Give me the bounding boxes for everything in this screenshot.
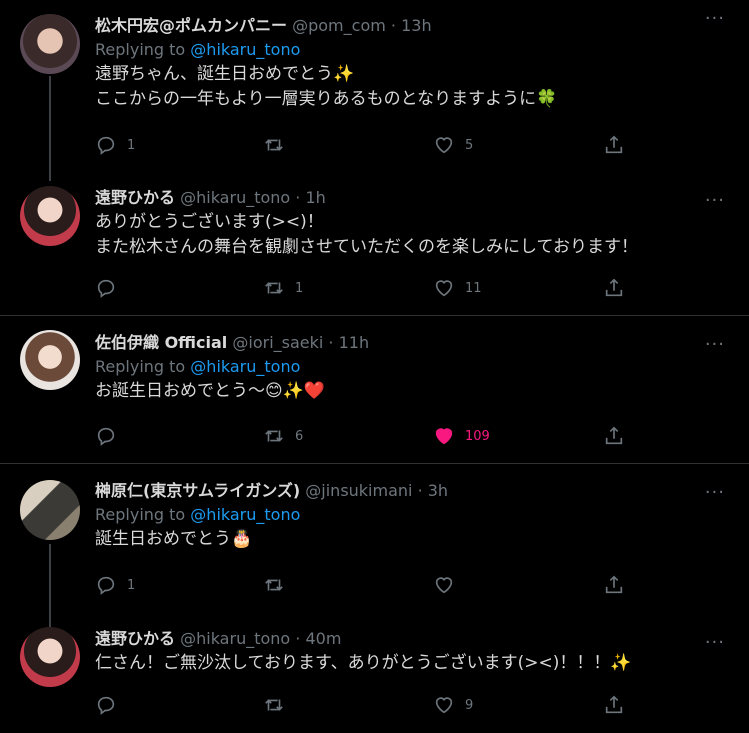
share-icon	[605, 426, 623, 445]
share-button[interactable]	[603, 422, 625, 450]
reply-icon	[97, 576, 115, 595]
reply-button[interactable]	[95, 422, 127, 450]
share-icon	[605, 135, 623, 154]
tweet-text: 遠野ちゃん、誕生日おめでとう✨ ここからの一年もより一層実りあるものとなりますよう…	[95, 64, 558, 109]
replying-to: Replying to @hikaru_tono	[95, 40, 301, 59]
avatar[interactable]	[20, 627, 80, 687]
timestamp[interactable]: · 11h	[328, 333, 369, 352]
retweet-icon	[265, 699, 283, 711]
display-name[interactable]: 佐伯伊織 Official	[95, 333, 227, 352]
user-handle[interactable]: @jinsukimani	[305, 481, 412, 500]
avatar[interactable]	[20, 330, 80, 390]
like-icon	[435, 577, 453, 594]
display-name[interactable]: 遠野ひかる	[95, 629, 175, 648]
retweet-button[interactable]: 1	[263, 274, 303, 302]
replying-to-handle[interactable]: @hikaru_tono	[190, 40, 300, 59]
like-icon	[435, 697, 453, 714]
avatar[interactable]	[20, 14, 80, 74]
replying-to: Replying to @hikaru_tono	[95, 505, 301, 524]
tweet[interactable]: ··· 遠野ひかる @hikaru_tono · 1h ありがとうございます(>…	[0, 170, 749, 315]
retweet-icon	[265, 282, 283, 294]
retweet-button[interactable]	[263, 131, 295, 159]
share-icon	[605, 695, 623, 714]
tweet-text: 仁さん！ご無沙汰しております、ありがとうございます(><)！！！✨	[95, 653, 632, 673]
tweet[interactable]: ··· 遠野ひかる @hikaru_tono · 40m 仁さん！ご無沙汰してお…	[0, 614, 749, 733]
retweet-icon	[265, 139, 283, 151]
tweet[interactable]: ··· 榊原仁(東京サムライガンズ) @jinsukimani · 3h Rep…	[0, 464, 749, 627]
timestamp[interactable]: · 40m	[295, 629, 341, 648]
display-name[interactable]: 遠野ひかる	[95, 188, 175, 207]
like-button[interactable]: 109	[433, 422, 490, 450]
share-button[interactable]	[603, 691, 625, 719]
share-icon	[605, 575, 623, 594]
like-icon	[435, 280, 453, 297]
share-button[interactable]	[603, 571, 625, 599]
user-handle[interactable]: @hikaru_tono	[180, 188, 290, 207]
replying-to-handle[interactable]: @hikaru_tono	[190, 505, 300, 524]
like-button[interactable]: 11	[433, 274, 482, 302]
timestamp[interactable]: · 1h	[295, 188, 326, 207]
tweet[interactable]: ··· 佐伯伊織 Official @iori_saeki · 11h Repl…	[0, 316, 749, 463]
user-handle[interactable]: @iori_saeki	[232, 333, 323, 352]
display-name[interactable]: 榊原仁(東京サムライガンズ)	[95, 481, 300, 500]
like-button[interactable]: 9	[433, 691, 473, 719]
reply-button[interactable]	[95, 691, 127, 719]
user-handle[interactable]: @hikaru_tono	[180, 629, 290, 648]
retweet-button[interactable]	[263, 571, 295, 599]
reply-icon	[97, 279, 115, 298]
timestamp[interactable]: · 13h	[391, 16, 432, 35]
reply-icon	[97, 136, 115, 155]
timestamp[interactable]: · 3h	[418, 481, 449, 500]
like-button[interactable]: 5	[433, 131, 473, 159]
retweet-button[interactable]: 6	[263, 422, 303, 450]
share-button[interactable]	[603, 131, 625, 159]
tweet-text: 誕生日おめでとう🎂	[95, 529, 253, 549]
avatar[interactable]	[20, 480, 80, 540]
avatar[interactable]	[20, 186, 80, 246]
thread-line	[49, 76, 51, 181]
reply-button[interactable]	[95, 274, 127, 302]
reply-icon	[97, 427, 115, 446]
reply-button[interactable]: 1	[95, 131, 135, 159]
tweet-text: ありがとうございます(><)！ また松木さんの舞台を観劇させていただくのを楽しみに…	[95, 212, 638, 257]
tweet[interactable]: ··· 松木円宏@ポムカンパニー @pom_com · 13h Replying…	[0, 0, 749, 181]
retweet-icon	[265, 579, 283, 591]
like-icon	[435, 137, 453, 154]
replying-to-handle[interactable]: @hikaru_tono	[190, 357, 300, 376]
like-button[interactable]	[433, 571, 465, 599]
display-name[interactable]: 松木円宏@ポムカンパニー	[95, 16, 287, 35]
reply-button[interactable]: 1	[95, 571, 135, 599]
user-handle[interactable]: @pom_com	[292, 16, 386, 35]
retweet-button[interactable]	[263, 691, 295, 719]
retweet-icon	[265, 430, 283, 442]
share-icon	[605, 278, 623, 297]
like-icon	[435, 428, 453, 445]
replying-to: Replying to @hikaru_tono	[95, 357, 301, 376]
reply-icon	[97, 696, 115, 715]
share-button[interactable]	[603, 274, 625, 302]
tweet-text: お誕生日おめでとう〜😊✨❤️	[95, 381, 326, 401]
